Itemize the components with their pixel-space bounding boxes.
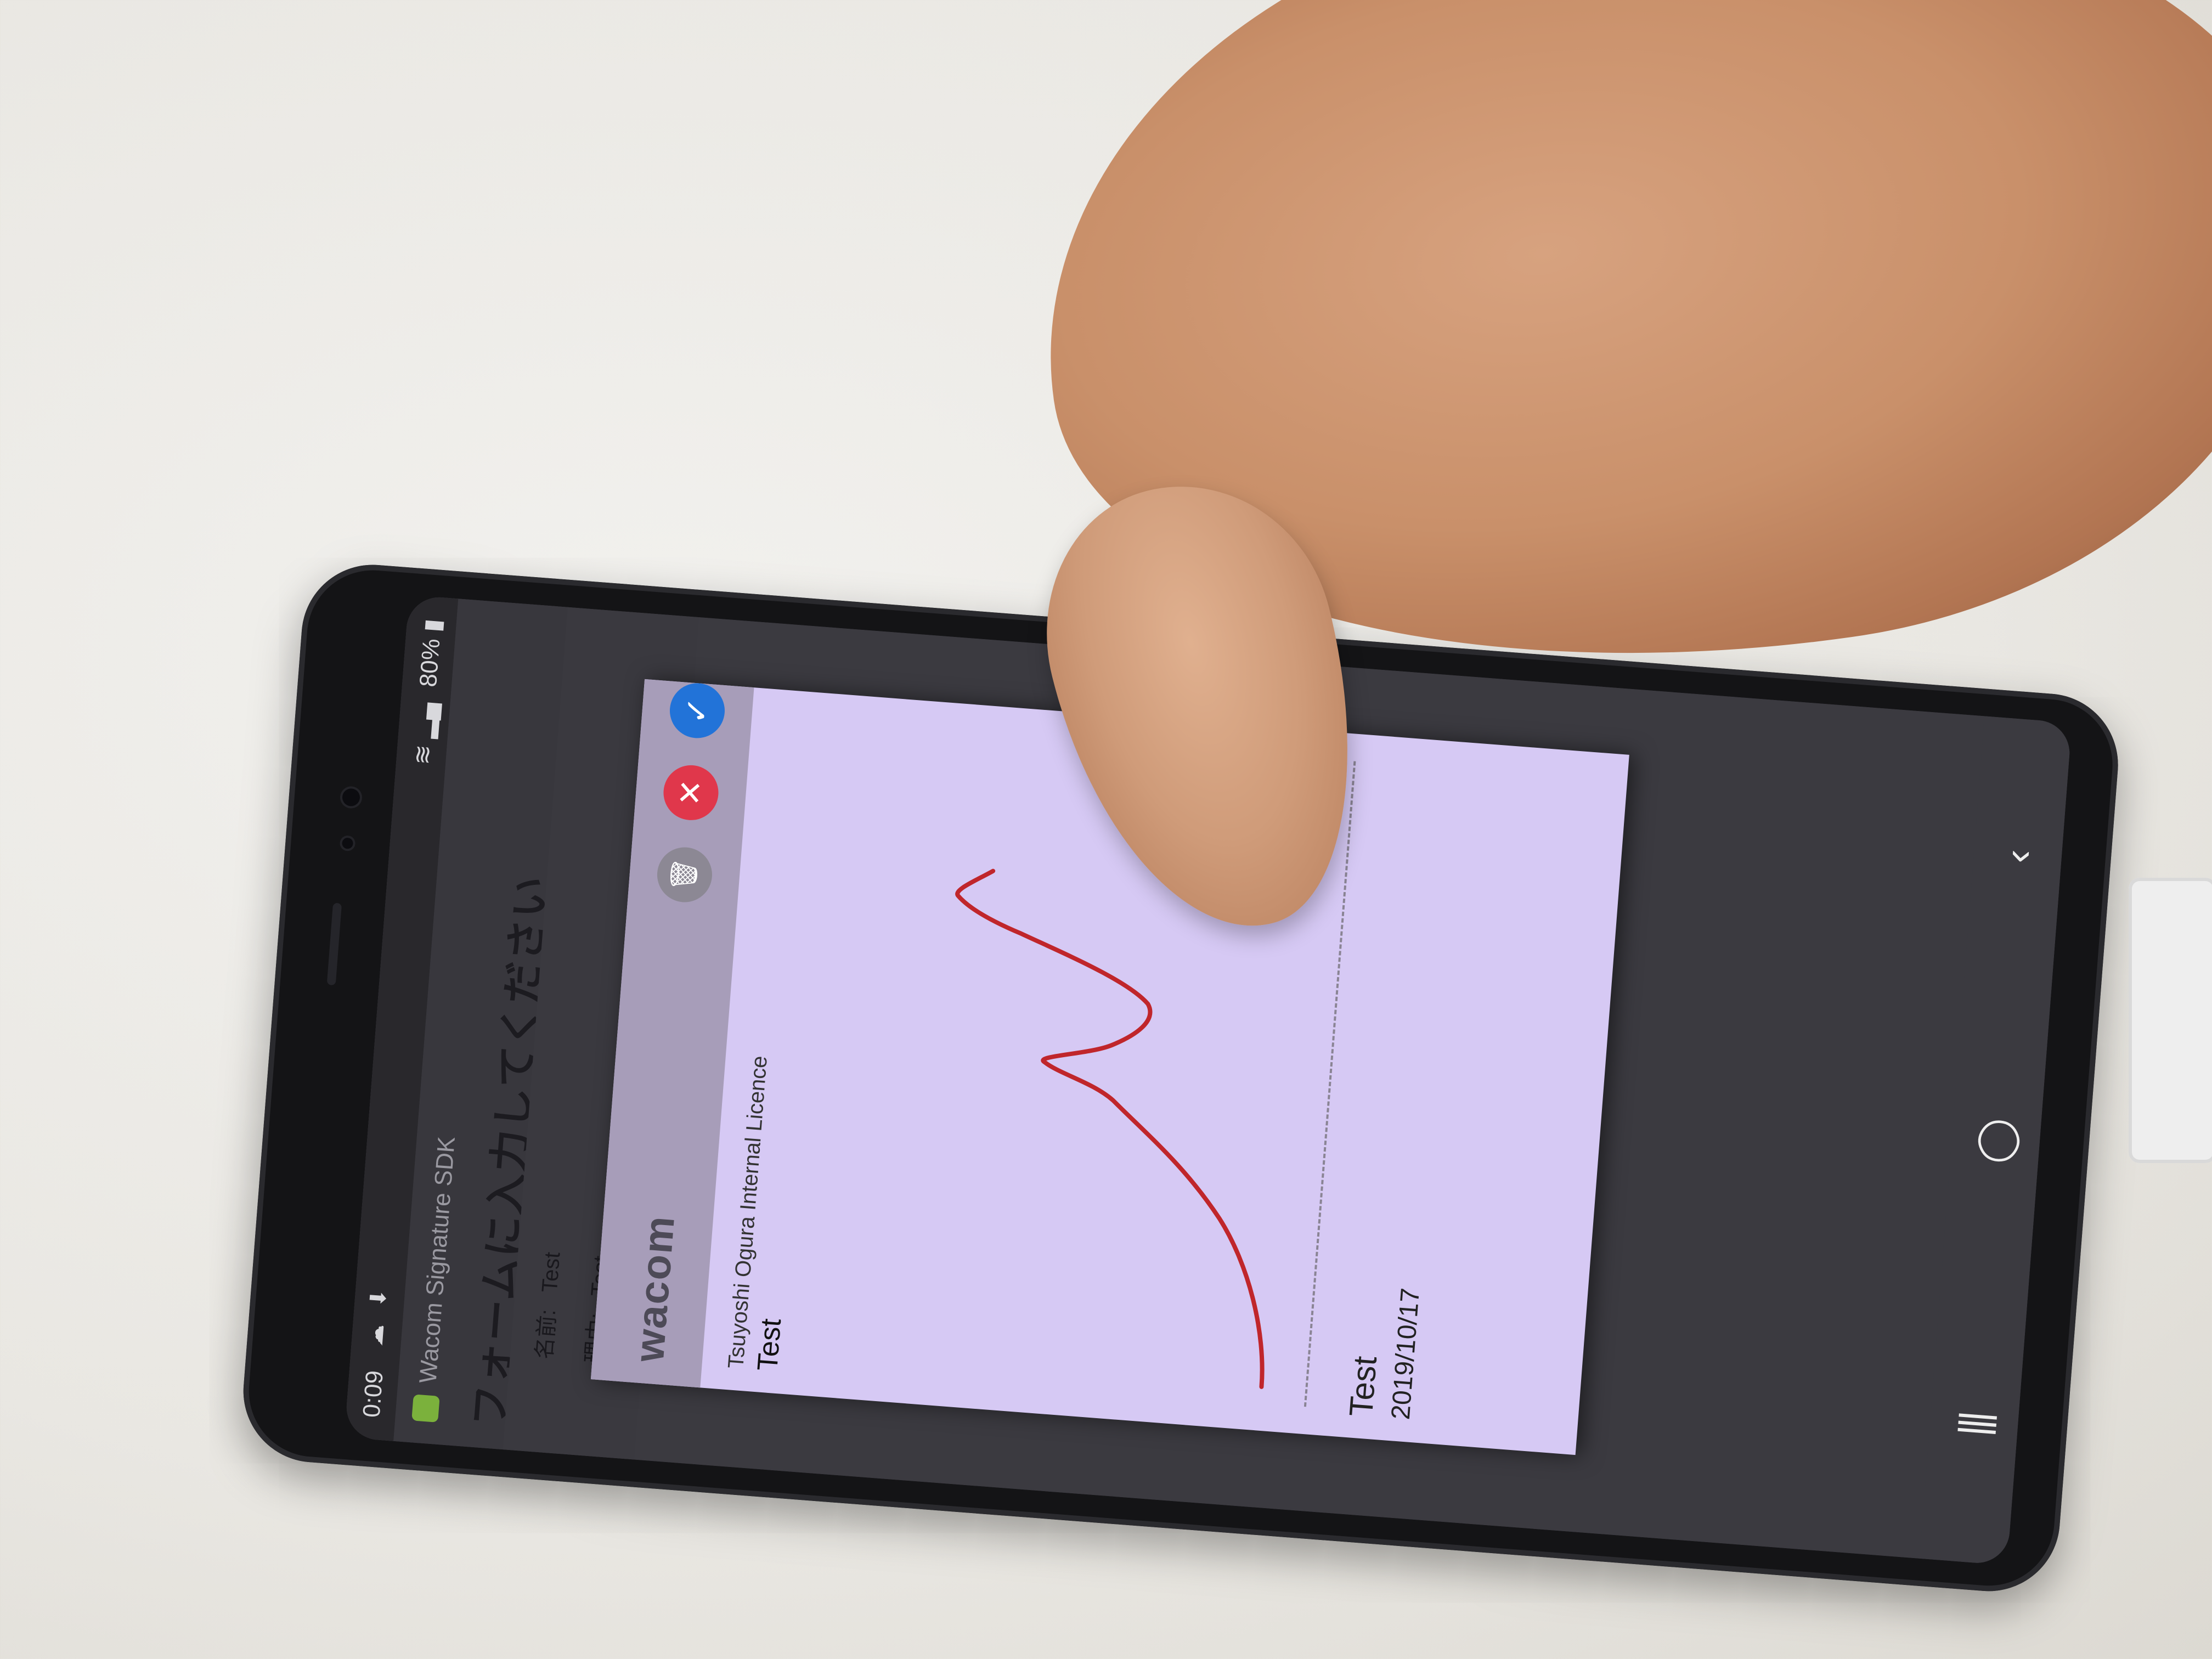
ok-button[interactable]: ✓ <box>668 681 727 741</box>
name-label: 名前: <box>532 1308 561 1361</box>
recent-apps-button[interactable]: ||| <box>1944 1396 2003 1454</box>
cancel-button[interactable]: ✕ <box>661 763 721 822</box>
home-button[interactable]: ◯ <box>1966 1111 2025 1170</box>
recent-apps-icon: ||| <box>1950 1412 1997 1438</box>
close-icon: ✕ <box>672 778 710 808</box>
signer-name: Test <box>752 1317 788 1372</box>
front-camera-cluster <box>316 787 369 1052</box>
battery-level: 80% <box>414 637 445 688</box>
clear-button[interactable]: 🗑 <box>655 845 714 905</box>
app-icon <box>411 1394 440 1423</box>
wacom-logo: wacom <box>625 1213 684 1364</box>
sensor-icon <box>341 837 354 849</box>
signature-date: 2019/10/17 <box>1386 1286 1425 1421</box>
back-icon: ‹ <box>1994 848 2041 865</box>
trash-icon: 🗑 <box>668 857 701 893</box>
back-button[interactable]: ‹ <box>1988 827 2047 885</box>
status-time: 0:09 <box>358 1369 388 1419</box>
notification-icons: ☁ ⬇ <box>363 1282 392 1347</box>
navigation-bar: ||| ◯ ‹ <box>1919 716 2072 1566</box>
camera-icon <box>341 788 361 807</box>
form-row-name[interactable]: 名前: Test <box>527 1251 567 1360</box>
signal-icon: ▂▄ <box>410 701 441 739</box>
signature-stroke <box>955 868 1265 1389</box>
status-right: ≋ ▂▄ 80% ▮ <box>408 618 447 766</box>
battery-icon: ▮ <box>419 618 447 633</box>
check-icon: ✓ <box>678 696 716 726</box>
wifi-icon: ≋ <box>408 743 437 766</box>
app-title: Wacom Signature SDK <box>414 1135 460 1385</box>
home-icon: ◯ <box>1971 1116 2020 1165</box>
signer-name-caption: Test <box>1342 1355 1384 1418</box>
usb-cable <box>2129 878 2212 1163</box>
name-value: Test <box>537 1251 565 1294</box>
